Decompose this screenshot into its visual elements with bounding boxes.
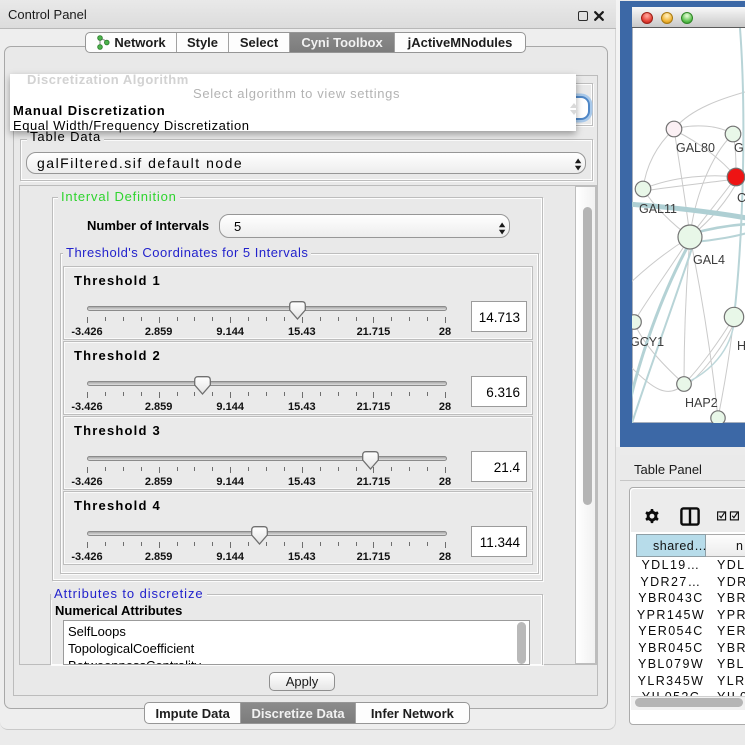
svg-text:GCY1: GCY1	[632, 335, 664, 349]
svg-text:GAL4: GAL4	[693, 253, 725, 267]
svg-text:H: H	[737, 339, 745, 353]
svg-text:HAP2: HAP2	[685, 396, 718, 410]
svg-text:C: C	[737, 191, 745, 205]
svg-text:G: G	[734, 141, 744, 155]
svg-text:GAL80: GAL80	[676, 141, 715, 155]
svg-text:GAL11: GAL11	[639, 202, 677, 216]
